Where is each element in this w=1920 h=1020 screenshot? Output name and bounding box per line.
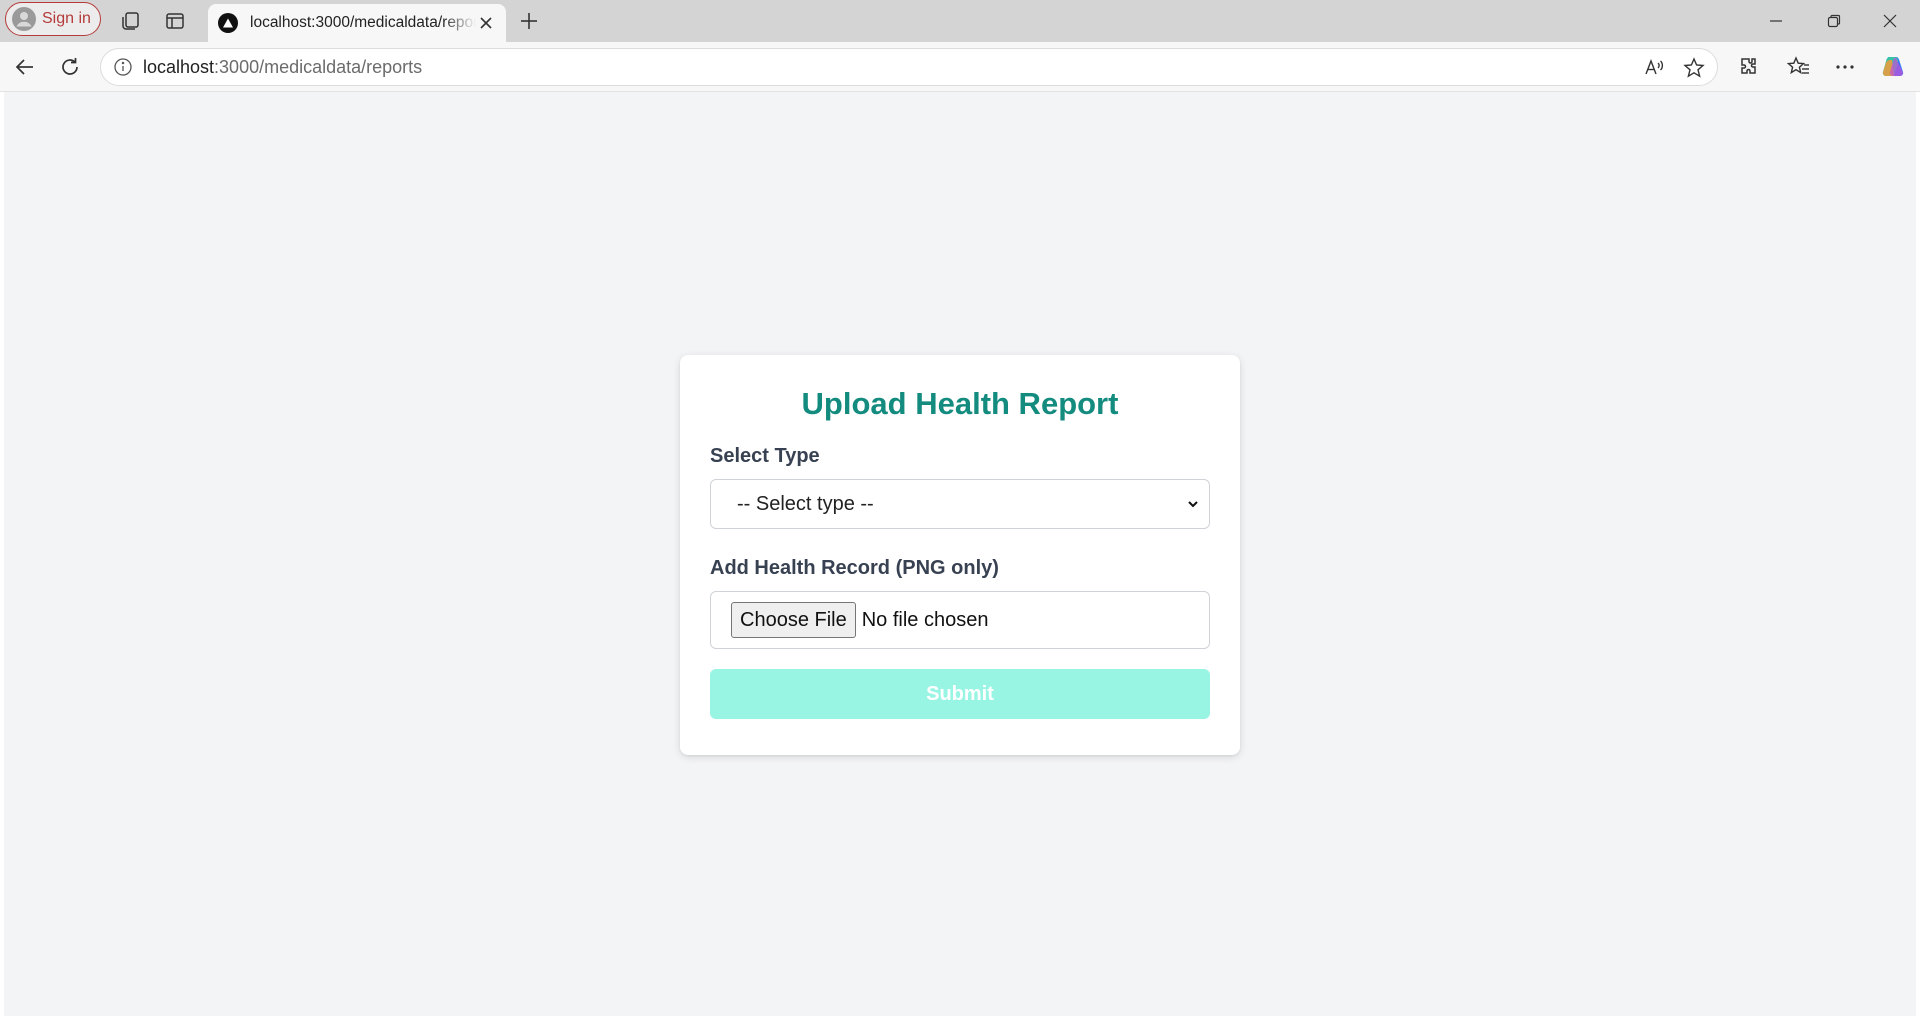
browser-toolbar: localhost:3000/medicaldata/reports xyxy=(0,42,1920,92)
tab-title: localhost:3000/medicaldata/reports xyxy=(250,14,476,31)
new-tab-icon[interactable] xyxy=(514,6,544,36)
tab-strip: Sign in localhost:3000/medicaldata/repor… xyxy=(0,0,1920,42)
back-arrow-icon[interactable] xyxy=(10,52,40,82)
url-host: localhost xyxy=(143,56,215,77)
sign-in-label: Sign in xyxy=(42,10,91,27)
url-text: localhost:3000/medicaldata/reports xyxy=(143,57,422,78)
health-record-label: Add Health Record (PNG only) xyxy=(710,557,999,579)
site-info-icon[interactable] xyxy=(113,57,133,77)
chevron-down-icon xyxy=(1188,501,1198,508)
file-status-text: No file chosen xyxy=(861,608,989,631)
upload-form-card: Upload Health Report Select Type -- Sele… xyxy=(680,355,1240,755)
form-title: Upload Health Report xyxy=(801,386,1119,421)
select-type-value: -- Select type -- xyxy=(737,492,874,515)
favorite-star-icon[interactable] xyxy=(1679,53,1709,83)
extensions-icon[interactable] xyxy=(1734,52,1764,82)
copilot-icon[interactable] xyxy=(1878,52,1908,82)
restore-icon[interactable] xyxy=(1806,0,1862,42)
more-options-icon[interactable] xyxy=(1830,52,1860,82)
address-bar[interactable]: localhost:3000/medicaldata/reports xyxy=(100,48,1718,86)
active-tab[interactable]: localhost:3000/medicaldata/reports xyxy=(208,4,506,42)
select-type-label: Select Type xyxy=(710,445,820,467)
minimize-icon[interactable] xyxy=(1748,0,1804,42)
workspaces-icon[interactable] xyxy=(116,6,146,36)
refresh-icon[interactable] xyxy=(55,52,85,82)
page-viewport: Upload Health Report Select Type -- Sele… xyxy=(4,92,1916,1016)
read-aloud-icon[interactable] xyxy=(1639,53,1669,83)
submit-button[interactable]: Submit xyxy=(710,669,1210,719)
file-input[interactable]: Choose File No file chosen xyxy=(710,591,1210,649)
choose-file-button[interactable]: Choose File xyxy=(731,602,856,638)
profile-icon xyxy=(12,7,36,31)
vertical-tabs-icon[interactable] xyxy=(160,6,190,36)
triangle-favicon-icon xyxy=(218,13,238,33)
close-window-icon[interactable] xyxy=(1862,0,1918,42)
favorites-icon[interactable] xyxy=(1784,52,1814,82)
close-tab-icon[interactable] xyxy=(476,13,496,33)
url-path: :3000/medicaldata/reports xyxy=(214,56,423,77)
report-type-select[interactable]: -- Select type -- xyxy=(710,479,1210,529)
sign-in-button[interactable]: Sign in xyxy=(5,2,101,36)
